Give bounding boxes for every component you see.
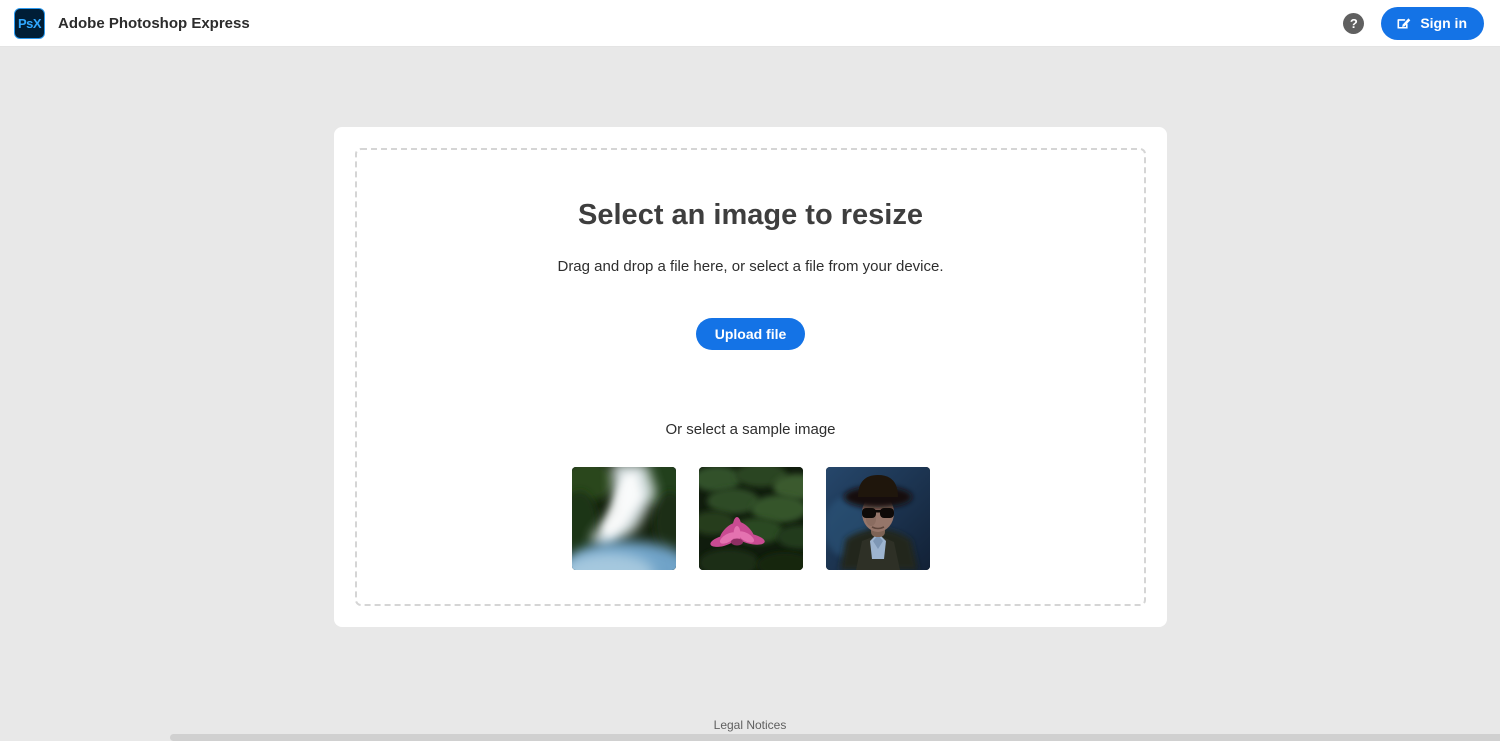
- page-title: Select an image to resize: [578, 199, 923, 231]
- app-title: Adobe Photoshop Express: [58, 14, 250, 32]
- help-glyph: ?: [1349, 15, 1358, 31]
- logo-text: PsX: [17, 15, 42, 31]
- horizontal-scrollbar-thumb[interactable]: [170, 734, 1500, 741]
- water-lily-image: [698, 467, 803, 570]
- sign-in-icon: [1395, 15, 1412, 32]
- photoshop-express-logo: PsX: [14, 7, 45, 39]
- sample-prompt-label: Or select a sample image: [665, 421, 836, 438]
- sign-in-button[interactable]: Sign in: [1381, 6, 1484, 40]
- main-content: Select an image to resize Drag and drop …: [0, 47, 1500, 741]
- sample-image-portrait[interactable]: [825, 467, 930, 570]
- sample-image-row: [571, 467, 930, 570]
- sign-in-label: Sign in: [1420, 15, 1467, 31]
- top-app-bar: PsX Adobe Photoshop Express ? Sign in: [0, 0, 1500, 47]
- legal-notices-link[interactable]: Legal Notices: [0, 718, 1500, 732]
- file-dropzone[interactable]: Select an image to resize Drag and drop …: [355, 148, 1146, 606]
- sample-image-water-lily[interactable]: [698, 467, 803, 570]
- upload-card: Select an image to resize Drag and drop …: [334, 127, 1167, 627]
- portrait-image: [825, 467, 930, 570]
- help-icon[interactable]: ?: [1343, 12, 1365, 34]
- upload-file-button[interactable]: Upload file: [695, 318, 806, 350]
- waterfall-image: [571, 467, 676, 570]
- drop-instructions: Drag and drop a file here, or select a f…: [557, 258, 944, 275]
- sample-image-waterfall[interactable]: [571, 467, 676, 570]
